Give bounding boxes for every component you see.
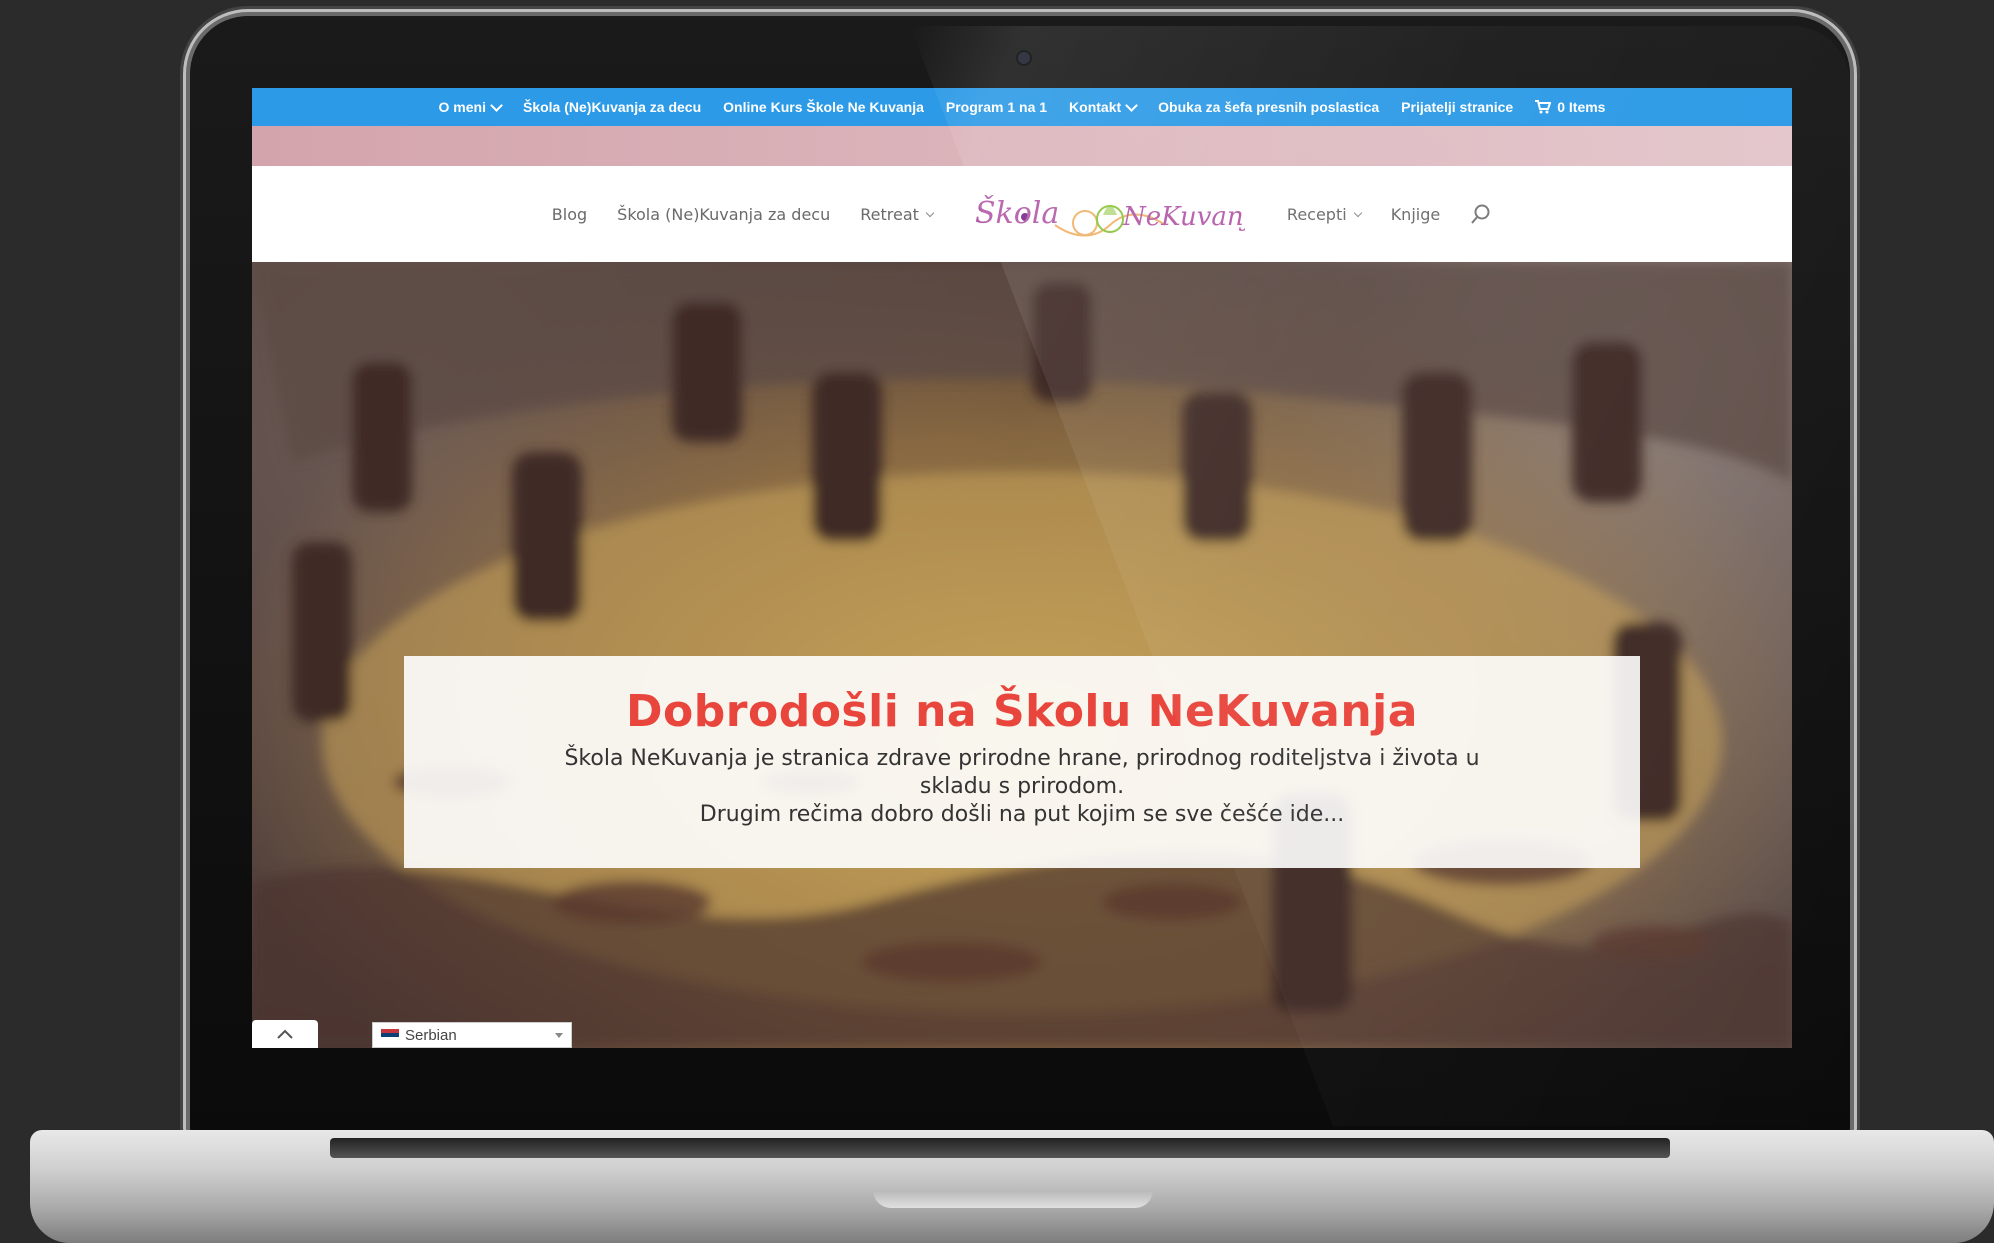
top-bar: O meni Škola (Ne)Kuvanja za decu Online … <box>252 88 1792 126</box>
main-header: Blog Škola (Ne)Kuvanja za decu Retreat Š… <box>252 166 1792 262</box>
language-select[interactable]: Serbian <box>372 1022 572 1048</box>
camera <box>1016 50 1032 66</box>
nav-knjige[interactable]: Knjige <box>1391 205 1441 224</box>
nav-left: Blog Škola (Ne)Kuvanja za decu Retreat <box>552 205 935 224</box>
site-logo[interactable]: Škola NeKuvanja <box>975 179 1245 249</box>
topnav-o-meni[interactable]: O meni <box>439 98 503 115</box>
logo-graphic: Škola NeKuvanja <box>975 195 1245 237</box>
nav-right: Recepti Knjige <box>1287 203 1492 225</box>
language-value: Serbian <box>405 1026 457 1044</box>
base-notch <box>873 1190 1153 1208</box>
svg-text:NeKuvanja: NeKuvanja <box>1122 202 1245 232</box>
search-icon[interactable] <box>1470 203 1492 225</box>
cart-link[interactable]: 0 Items <box>1535 99 1605 115</box>
hero-description: Škola NeKuvanja je stranica zdrave priro… <box>564 746 1480 827</box>
svg-text:Škola: Škola <box>975 195 1059 231</box>
scroll-to-top-button[interactable] <box>252 1020 318 1048</box>
chevron-down-icon <box>1125 98 1139 112</box>
topnav-program-1-na-1[interactable]: Program 1 na 1 <box>946 99 1047 115</box>
pink-band <box>252 126 1792 166</box>
nav-retreat[interactable]: Retreat <box>860 205 935 224</box>
welcome-card: Dobrodošli na Školu NeKuvanja Škola NeKu… <box>404 656 1640 868</box>
chevron-up-icon <box>277 1029 293 1039</box>
topnav-obuka[interactable]: Obuka za šefa presnih poslastica <box>1158 99 1379 115</box>
chevron-down-icon <box>490 98 503 112</box>
topnav-skola-za-decu[interactable]: Škola (Ne)Kuvanja za decu <box>523 99 701 115</box>
nav-recepti[interactable]: Recepti <box>1287 205 1362 224</box>
screen: O meni Škola (Ne)Kuvanja za decu Online … <box>252 88 1792 1048</box>
topnav-prijatelji[interactable]: Prijatelji stranice <box>1401 99 1513 115</box>
serbian-flag-icon <box>381 1029 399 1041</box>
hero-banner: Dobrodošli na Školu NeKuvanja Škola NeKu… <box>252 262 1792 1048</box>
caret-down-icon <box>555 1032 563 1038</box>
hero-title: Dobrodošli na Školu NeKuvanja <box>626 686 1418 737</box>
topnav-online-kurs[interactable]: Online Kurs Škole Ne Kuvanja <box>723 99 924 115</box>
topnav-kontakt[interactable]: Kontakt <box>1069 98 1139 115</box>
cart-count: 0 Items <box>1557 99 1606 115</box>
chevron-down-icon <box>925 208 935 217</box>
keyboard-hinge <box>330 1138 1670 1158</box>
cart-icon <box>1535 100 1552 114</box>
nav-blog[interactable]: Blog <box>552 205 587 224</box>
hero-background-image <box>252 262 1792 1048</box>
nav-skola-za-decu[interactable]: Škola (Ne)Kuvanja za decu <box>617 205 830 224</box>
chevron-down-icon <box>1353 208 1362 217</box>
